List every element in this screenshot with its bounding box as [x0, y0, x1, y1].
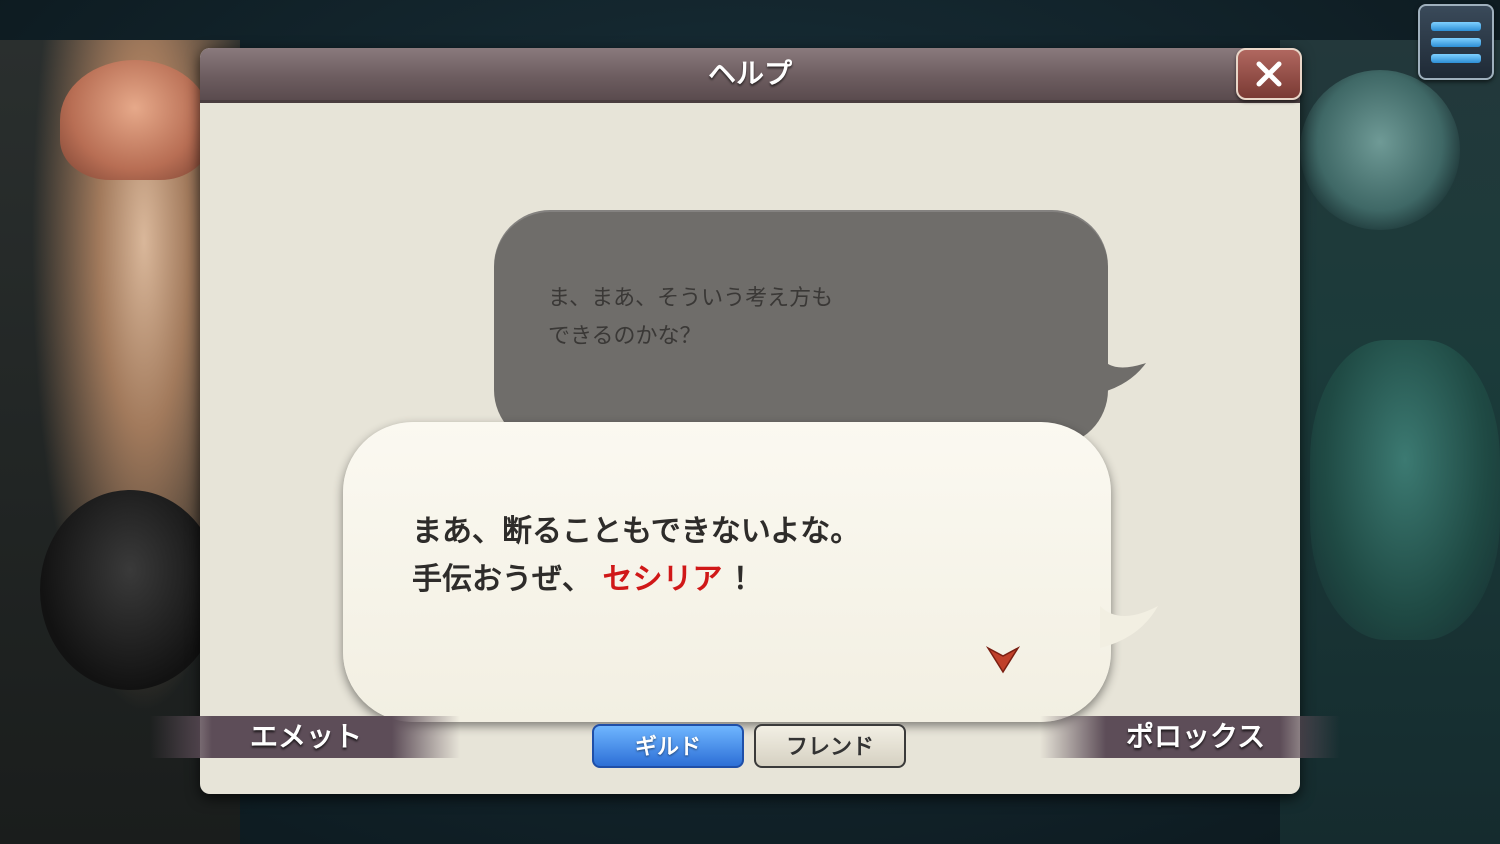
character-name-right: ポロックス: [1126, 720, 1266, 753]
close-button[interactable]: [1236, 48, 1302, 100]
character-left-hair: [60, 60, 210, 180]
next-arrow-icon[interactable]: [986, 642, 1020, 676]
speech-front-line2-suffix: ！: [732, 562, 763, 597]
speech-bubble-back-tail: [1100, 355, 1146, 393]
close-icon: [1256, 61, 1282, 87]
tab-guild[interactable]: ギルド: [592, 724, 744, 768]
speech-highlight-name: セシリア: [602, 562, 723, 597]
dialog-title: ヘルプ: [707, 57, 792, 90]
hamburger-menu-icon-bar: [1431, 37, 1481, 47]
speech-front-line1: まあ、断ることもできないよな。: [412, 514, 861, 549]
speech-front-line2-prefix: 手伝おうぜ、: [412, 562, 592, 597]
tab-friend[interactable]: フレンド: [754, 724, 906, 768]
hamburger-menu-icon-bar: [1431, 53, 1481, 63]
character-right-armor: [1310, 340, 1500, 640]
speech-bubble-front-tail: [1100, 606, 1158, 648]
menu-button[interactable]: [1418, 4, 1494, 80]
speech-front-text: まあ、断ることもできないよな。 手伝おうぜ、 セシリア ！: [412, 508, 1092, 604]
character-name-left: エメット: [250, 720, 363, 753]
hamburger-menu-icon: [1431, 21, 1481, 31]
character-right-hair: [1300, 70, 1460, 230]
character-left-armor: [40, 490, 220, 690]
speech-front-line2: 手伝おうぜ、 セシリア ！: [412, 556, 1092, 604]
speech-back-text: ま、まあ、そういう考え方も できるのかな？: [548, 286, 834, 349]
